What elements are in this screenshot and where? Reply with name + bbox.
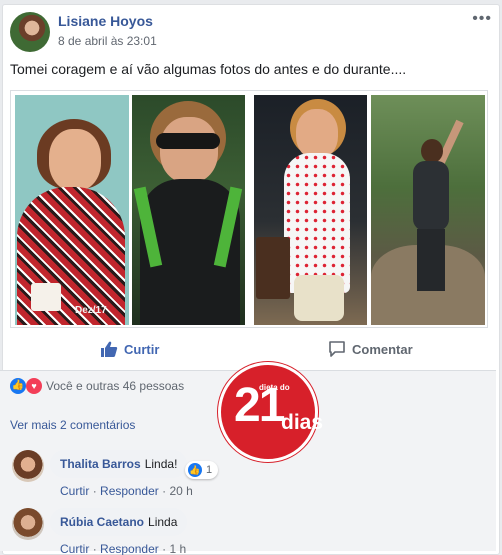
reactions-summary[interactable]: 👍 ♥ Você e outras 46 pessoas: [10, 378, 184, 394]
thumbs-up-icon: [100, 340, 118, 358]
photo-date-stamp: Dez/17: [75, 305, 107, 316]
photo-2[interactable]: [132, 95, 245, 325]
comment-reaction-count[interactable]: 👍 1: [185, 461, 219, 479]
photo-collage[interactable]: Dez/17: [10, 90, 488, 328]
photo-3-dress: [284, 153, 350, 293]
commenter-name[interactable]: Rúbia Caetano: [60, 515, 144, 529]
commenter-avatar[interactable]: [12, 508, 44, 540]
like-label: Curtir: [124, 341, 160, 357]
photo-4-legs: [417, 229, 445, 291]
photo-4-body: [413, 161, 449, 231]
meta-separator: ·: [92, 484, 97, 498]
comment-reply-link[interactable]: Responder: [100, 542, 159, 555]
dieta-21-dias-logo: dieta do 21 dias: [218, 362, 323, 462]
post-actions: Curtir Comentar: [10, 334, 488, 364]
meta-separator: ·: [162, 484, 167, 498]
comment-bubble: Thalita Barros Linda!: [50, 450, 188, 478]
like-reaction-icon: 👍: [188, 463, 202, 477]
comment-reaction-number: 1: [206, 464, 213, 476]
photo-3-face: [296, 109, 338, 159]
comment-like-link[interactable]: Curtir: [60, 542, 89, 555]
comment-age[interactable]: 1 h: [169, 542, 186, 555]
comment-reply-link[interactable]: Responder: [100, 484, 159, 498]
meta-separator: ·: [162, 542, 167, 555]
meta-separator: ·: [92, 542, 97, 555]
post-text: Tomei coragem e aí vão algumas fotos do …: [10, 61, 407, 77]
comment-bubble: Rúbia Caetano Linda: [50, 508, 188, 536]
view-more-comments-link[interactable]: Ver mais 2 comentários: [10, 418, 135, 432]
author-name[interactable]: Lisiane Hoyos: [58, 13, 153, 29]
comment-meta: Curtir · Responder · 1 h: [60, 542, 186, 555]
commenter-avatar[interactable]: [12, 450, 44, 482]
photo-1-mug: [31, 283, 61, 311]
photo-3-jar: [294, 275, 344, 321]
logo-number: 21: [234, 379, 285, 432]
photo-2-face: [160, 117, 218, 183]
love-reaction-icon: ♥: [26, 378, 42, 394]
comment-text: Linda: [148, 515, 178, 529]
reactions-text: Você e outras 46 pessoas: [46, 379, 185, 393]
more-options-icon[interactable]: •••: [472, 10, 492, 28]
photo-4-head: [421, 139, 443, 163]
post-timestamp[interactable]: 8 de abril às 23:01: [58, 34, 157, 48]
photo-1-face: [49, 129, 101, 191]
logo-word: dias: [281, 411, 324, 434]
photo-3[interactable]: [254, 95, 367, 325]
commenter-name[interactable]: Thalita Barros: [60, 457, 141, 471]
photo-2-sunglasses: [156, 133, 220, 149]
comment-like-link[interactable]: Curtir: [60, 484, 89, 498]
author-avatar[interactable]: [10, 12, 50, 52]
comment-label: Comentar: [352, 341, 413, 357]
comment-text: Linda!: [144, 457, 178, 471]
speech-bubble-icon: [328, 340, 346, 358]
like-button[interactable]: Curtir: [100, 334, 159, 364]
photo-4[interactable]: [371, 95, 485, 325]
comment-age[interactable]: 20 h: [169, 484, 192, 498]
photo-1[interactable]: Dez/17: [15, 95, 129, 325]
like-reaction-icon: 👍: [10, 378, 26, 394]
photo-3-chair: [256, 237, 290, 299]
comment-meta: Curtir · Responder · 20 h: [60, 484, 193, 498]
comment-button[interactable]: Comentar: [328, 334, 413, 364]
